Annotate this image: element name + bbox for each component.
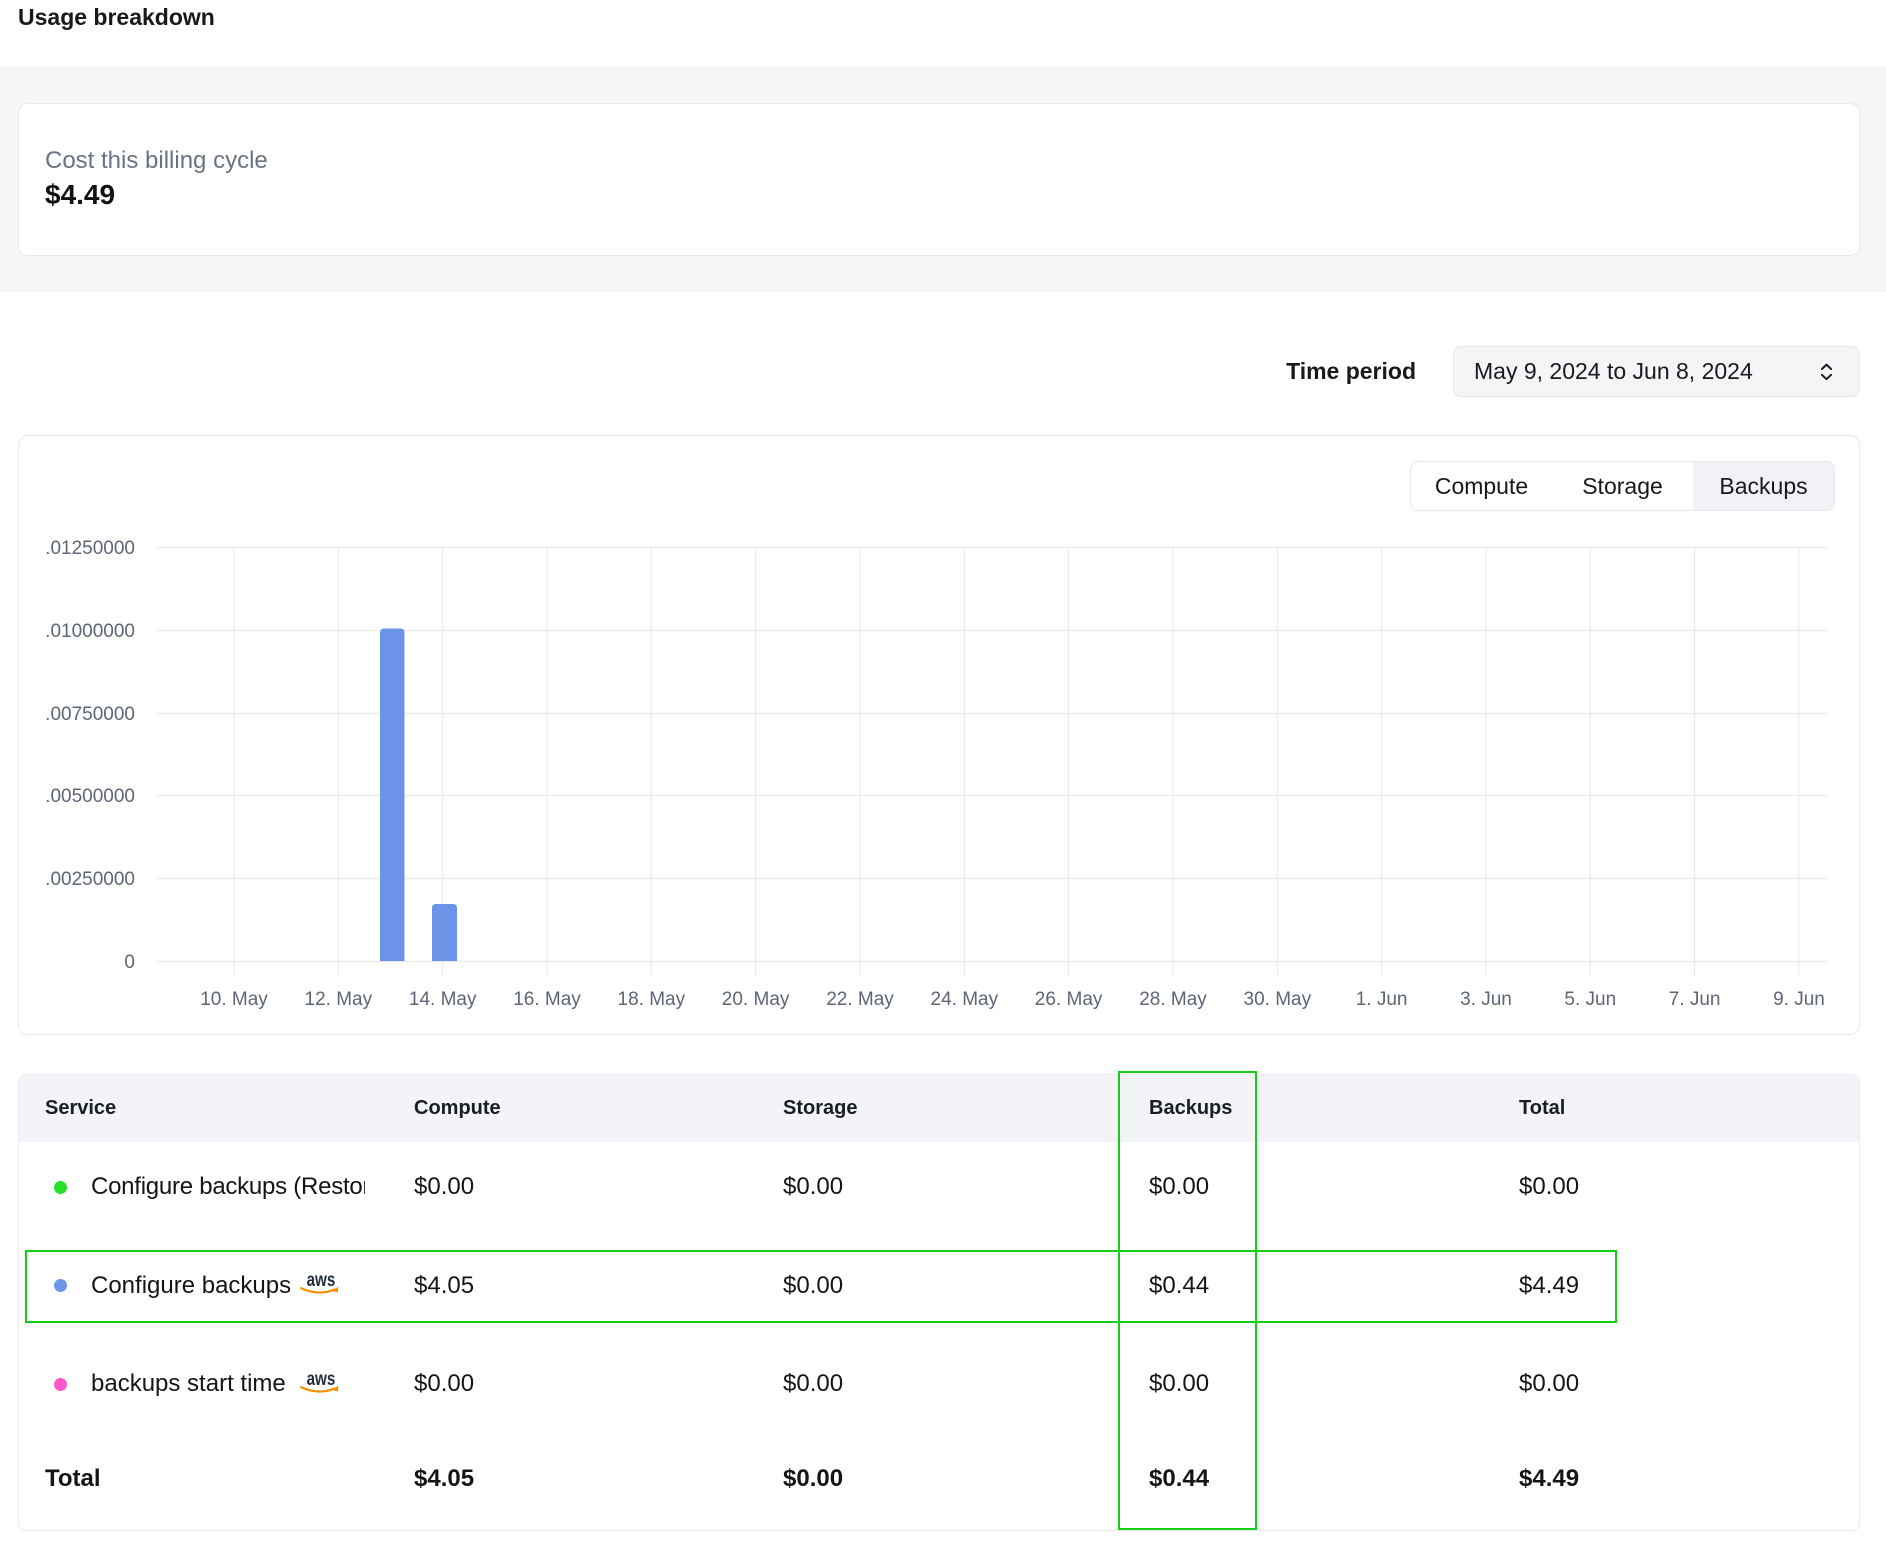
svg-text:14. May: 14. May [409, 989, 477, 1010]
svg-text:1. Jun: 1. Jun [1356, 989, 1408, 1010]
svg-text:24. May: 24. May [931, 989, 999, 1010]
svg-text:.00750000: .00750000 [45, 704, 135, 725]
svg-text:.00500000: .00500000 [45, 786, 135, 807]
svg-text:16. May: 16. May [513, 989, 581, 1010]
svg-text:10. May: 10. May [200, 989, 268, 1010]
svg-text:20. May: 20. May [722, 989, 790, 1010]
svg-text:.01250000: .01250000 [45, 538, 135, 559]
svg-text:.00250000: .00250000 [45, 869, 135, 890]
svg-text:aws: aws [307, 1370, 336, 1390]
svg-text:30. May: 30. May [1244, 989, 1312, 1010]
svg-text:28. May: 28. May [1139, 989, 1207, 1010]
svg-text:7. Jun: 7. Jun [1669, 989, 1721, 1010]
svg-text:22. May: 22. May [826, 989, 894, 1010]
svg-text:12. May: 12. May [305, 989, 373, 1010]
svg-text:3. Jun: 3. Jun [1460, 989, 1512, 1010]
svg-text:0: 0 [124, 952, 135, 973]
svg-text:18. May: 18. May [618, 989, 686, 1010]
svg-text:9. Jun: 9. Jun [1773, 989, 1825, 1010]
svg-text:26. May: 26. May [1035, 989, 1103, 1010]
svg-text:5. Jun: 5. Jun [1564, 989, 1616, 1010]
svg-text:.01000000: .01000000 [45, 621, 135, 642]
